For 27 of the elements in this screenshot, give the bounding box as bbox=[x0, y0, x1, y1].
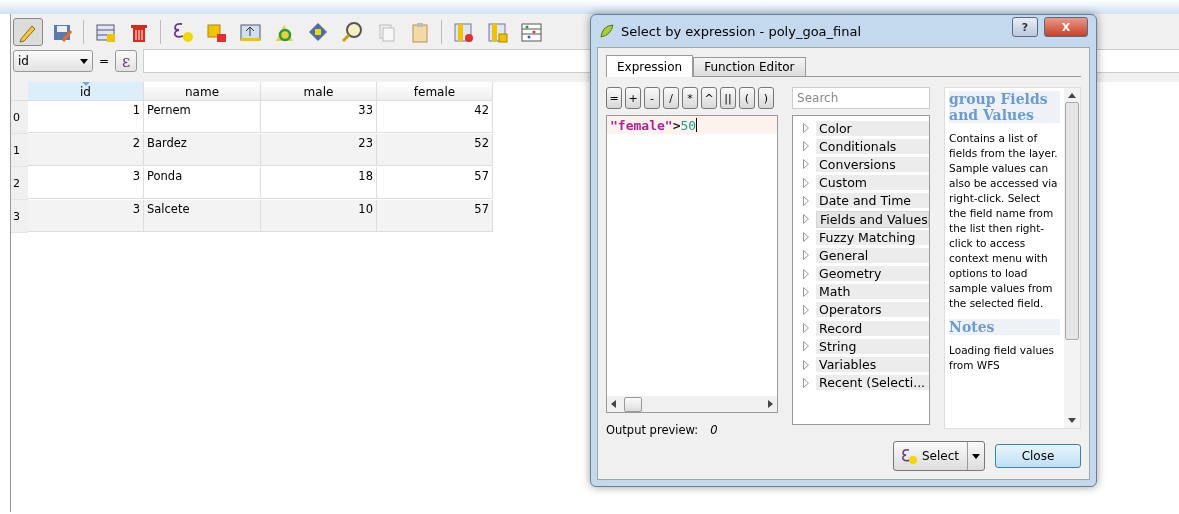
table-cell: 33 bbox=[261, 101, 377, 133]
table-cell: Pernem bbox=[144, 101, 261, 133]
table-cell: Bardez bbox=[144, 134, 261, 166]
table-cell: 2 bbox=[28, 134, 144, 166]
help-text: Contains a list of fields from the layer. Sample values can also be accessed via right-click. Select the field name from the list then right-click to access context menu with options to load sample values from the selected field. bbox=[949, 131, 1059, 312]
output-preview-value: 0 bbox=[710, 423, 718, 437]
expression-token: "female" bbox=[610, 117, 673, 133]
table-cell: 52 bbox=[377, 134, 493, 166]
window-title: Select by expression - poly_goa_final bbox=[621, 23, 863, 39]
table-cell: 57 bbox=[377, 200, 493, 232]
equals-label: = bbox=[99, 54, 110, 68]
help-heading: group Fields and Values bbox=[949, 91, 1060, 124]
expression-token: > bbox=[672, 117, 681, 133]
output-preview-label: Output preview: bbox=[606, 423, 699, 437]
table-cell: 23 bbox=[261, 134, 377, 166]
table-cell: 10 bbox=[261, 200, 377, 232]
table-cell: Salcete bbox=[144, 200, 261, 232]
table-cell: 57 bbox=[377, 167, 493, 199]
help-text: Loading field values from WFS bbox=[949, 343, 1055, 374]
table-cell: Ponda bbox=[144, 167, 261, 199]
table-cell: 3 bbox=[28, 200, 144, 232]
help-heading: Notes bbox=[949, 319, 1060, 336]
expression-token: 50 bbox=[680, 117, 697, 133]
table-cell: 42 bbox=[377, 101, 493, 133]
table-cell: 3 bbox=[28, 167, 144, 199]
table-cell: 1 bbox=[28, 101, 144, 133]
table-cell: 18 bbox=[261, 167, 377, 199]
